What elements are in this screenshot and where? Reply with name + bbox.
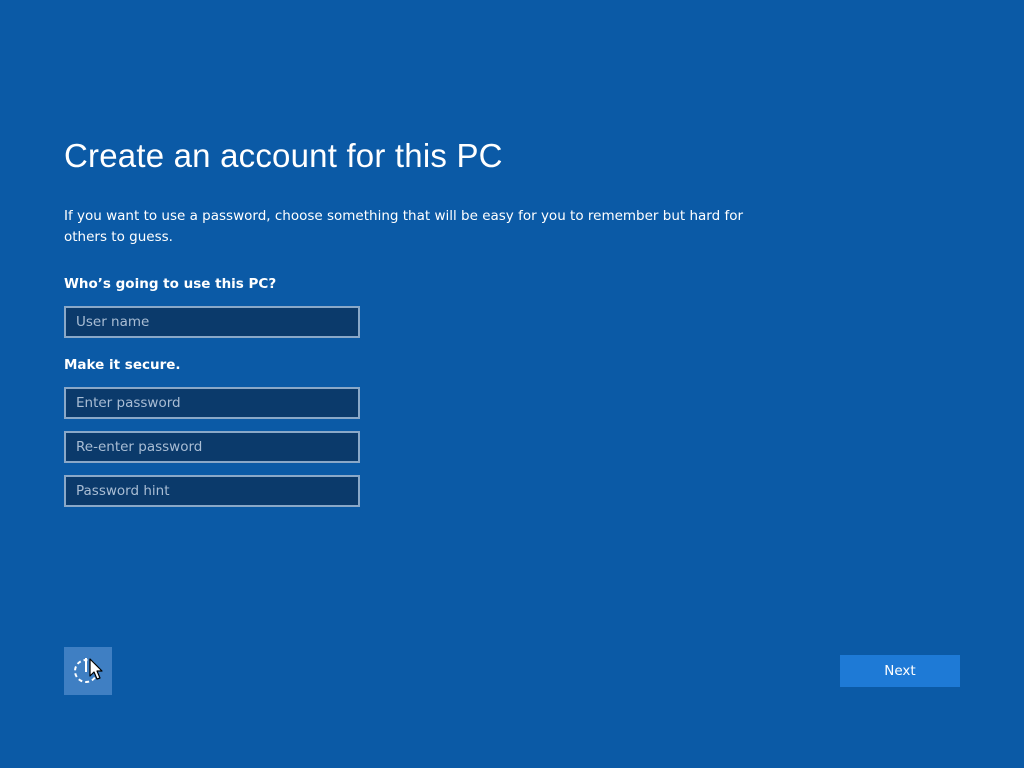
ease-of-access-button[interactable] bbox=[64, 647, 112, 695]
security-section-label: Make it secure. bbox=[64, 357, 181, 373]
page-title: Create an account for this PC bbox=[64, 137, 503, 174]
user-section-label: Who’s going to use this PC? bbox=[64, 276, 277, 292]
next-button[interactable]: Next bbox=[840, 655, 960, 687]
username-field[interactable] bbox=[64, 306, 360, 338]
reenter-password-field[interactable] bbox=[64, 431, 360, 463]
password-field[interactable] bbox=[64, 387, 360, 419]
page-description: If you want to use a password, choose so… bbox=[64, 208, 744, 245]
password-hint-field[interactable] bbox=[64, 475, 360, 507]
ease-of-access-icon bbox=[74, 658, 98, 683]
